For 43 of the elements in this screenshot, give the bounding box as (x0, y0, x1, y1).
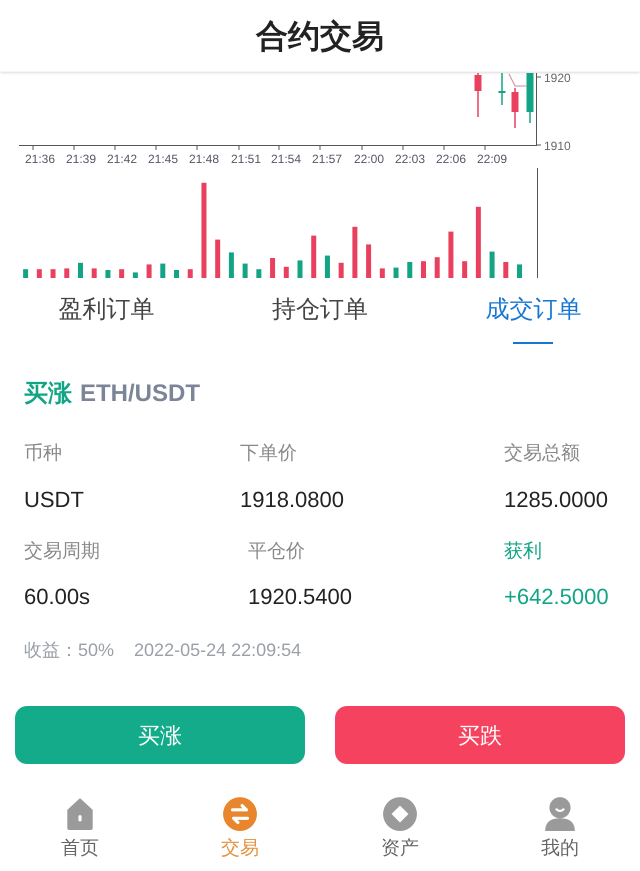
field-label: 获利 (504, 540, 543, 564)
nav-tab[interactable]: 我的 (480, 789, 640, 863)
yield-text: 收益：50% (24, 639, 114, 662)
axis-label: 22:00 (354, 152, 384, 166)
field-label: 下单价 (240, 442, 298, 466)
buy-down-button[interactable]: 买跌 (335, 706, 625, 764)
field-value: 1285.0000 (504, 486, 609, 514)
diamond-coin-icon (383, 794, 417, 830)
field-value: 1920.5400 (247, 583, 353, 611)
field-value: +642.5000 (504, 583, 610, 611)
field-value: USDT (24, 486, 85, 514)
field-value: 60.00s (24, 583, 92, 611)
nav-tab[interactable]: 首页 (0, 789, 160, 863)
user-icon (543, 794, 577, 830)
field-label: 交易总额 (504, 442, 581, 466)
order-tab[interactable]: 盈利订单 (0, 292, 214, 356)
axis-label: 1910 (544, 139, 571, 153)
axis-label: 22:06 (436, 152, 466, 166)
axis-label: 22:03 (394, 152, 426, 166)
page-title: 合约交易 (256, 16, 384, 56)
candlestick-drawing (474, 73, 534, 128)
axis-label: 21:57 (312, 152, 342, 166)
nav-tab[interactable]: 资产 (320, 789, 480, 863)
axis-label: 21:48 (188, 152, 220, 166)
field-label: 币种 (24, 442, 63, 466)
axis-label: 21:45 (148, 152, 178, 166)
buy-up-button[interactable]: 买涨 (15, 706, 305, 764)
exchange-arrows-icon (223, 794, 257, 830)
order-time: 2022-05-24 22:09:54 (134, 639, 302, 662)
axis-label: 22:09 (476, 152, 508, 166)
field-label: 交易周期 (24, 540, 101, 564)
axis-label: 21:54 (270, 152, 302, 166)
axis-label: 21:39 (66, 152, 96, 166)
order-tab[interactable]: 成交订单 (426, 292, 640, 356)
field-value: 1918.0800 (240, 486, 345, 514)
order-tab[interactable]: 持仓订单 (213, 292, 427, 356)
axis-label: 21:36 (24, 152, 56, 166)
axis-label: 21:51 (230, 152, 262, 166)
axis-label: 1920 (544, 72, 571, 85)
trading-pair: ETH/USDT (80, 379, 200, 409)
field-label: 平仓价 (247, 540, 306, 564)
axis-label: 21:42 (106, 152, 138, 166)
direction-label: 买涨 (24, 379, 72, 409)
